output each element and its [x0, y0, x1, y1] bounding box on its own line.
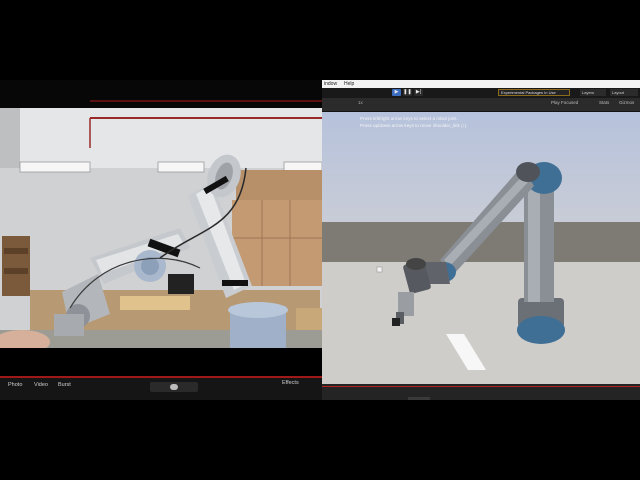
play-button[interactable]: ▶	[392, 89, 401, 96]
pause-button[interactable]: ❚❚	[403, 89, 412, 96]
instruction-text-joint-select: Press left/right arrow keys to select a …	[360, 116, 458, 121]
experimental-packages-badge[interactable]: Experimental Packages In Use	[498, 89, 570, 96]
effects-button[interactable]: Effects	[282, 380, 299, 386]
gizmos-button[interactable]: Gizmos	[619, 100, 634, 105]
status-divider	[322, 386, 640, 387]
camera-mode-bar: Photo Video Burst Effects	[0, 376, 322, 400]
step-icon: ▶|	[415, 89, 422, 95]
play-icon: ▶	[394, 89, 399, 95]
camera-bottom-divider	[0, 376, 322, 378]
scale-slider-label[interactable]: 1x	[358, 100, 363, 105]
play-focused-dropdown[interactable]: Play Focused	[551, 100, 578, 105]
camera-app-window: Photo Video Burst Effects	[0, 80, 322, 400]
camera-feed-image	[0, 108, 322, 348]
unity-status-bar	[322, 384, 640, 400]
menu-window[interactable]: indow	[324, 80, 337, 88]
step-button[interactable]: ▶|	[414, 89, 423, 96]
mode-photo-button[interactable]: Photo	[8, 382, 22, 388]
unity-menu-bar: indow Help	[322, 80, 640, 88]
game-view[interactable]: Press left/right arrow keys to select a …	[322, 112, 640, 384]
camera-viewfinder[interactable]	[0, 108, 322, 348]
game-view-toolbar: 1x Play Focused Stats Gizmos	[322, 98, 640, 112]
layout-dropdown[interactable]: Layout	[610, 89, 638, 96]
unity-editor-window: indow Help ▶ ❚❚ ▶| Experimental Packages…	[322, 80, 640, 400]
layers-dropdown[interactable]: Layers	[580, 89, 606, 96]
status-indicator	[408, 397, 430, 400]
mode-video-button[interactable]: Video	[34, 382, 48, 388]
camera-zoom-slider[interactable]	[150, 382, 198, 392]
unity-toolbar: ▶ ❚❚ ▶| Experimental Packages In Use Lay…	[322, 88, 640, 98]
instruction-text-joint-move: Press up/down arrow keys to move shoulde…	[360, 123, 468, 128]
camera-top-bar	[0, 80, 322, 108]
menu-help[interactable]: Help	[344, 80, 354, 88]
camera-top-divider	[90, 100, 322, 102]
stats-button[interactable]: Stats	[599, 100, 609, 105]
simulated-robot-scene	[322, 112, 640, 384]
pause-icon: ❚❚	[403, 89, 412, 95]
slider-knob[interactable]	[170, 384, 178, 390]
mode-burst-button[interactable]: Burst	[58, 382, 71, 388]
